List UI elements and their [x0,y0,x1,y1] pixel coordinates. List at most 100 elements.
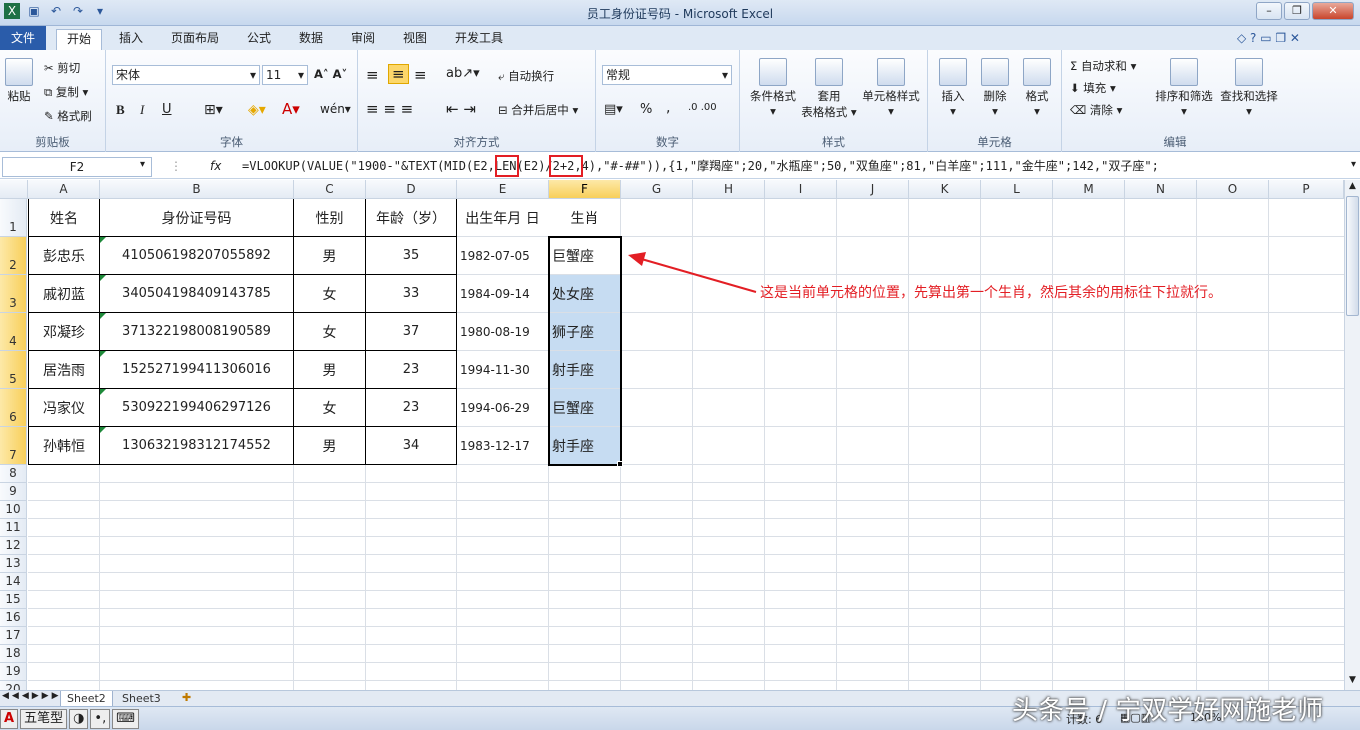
format-cells-button[interactable]: 格式 ▾ [1016,58,1058,118]
cell-a6[interactable]: 冯家仪 [29,389,99,426]
minimize-icon[interactable]: – [1256,2,1282,20]
tab-view[interactable]: 视图 [394,29,436,50]
insert-cells-button[interactable]: 插入 ▾ [932,58,974,118]
cell-c3[interactable]: 女 [294,275,365,312]
row-header-14[interactable]: 14 [0,573,27,591]
cell-e5[interactable]: 1994-11-30 [457,351,548,388]
col-header-f[interactable]: F [549,180,621,199]
tab-developer[interactable]: 开发工具 [446,29,512,50]
cell-c4[interactable]: 女 [294,313,365,350]
moon-icon[interactable]: ◑ [69,709,89,729]
keyboard-icon[interactable]: ⌨ [112,709,139,729]
autosum-button[interactable]: Σ 自动求和 ▾ [1070,58,1136,74]
phonetic-icon[interactable]: wén▾ [320,102,351,116]
col-header-b[interactable]: B [100,180,294,199]
col-header-g[interactable]: G [621,180,693,199]
col-header-n[interactable]: N [1125,180,1197,199]
cell-e3[interactable]: 1984-09-14 [457,275,548,312]
cell-styles-button[interactable]: 单元格样式 ▾ [858,58,924,118]
cell-a5[interactable]: 居浩雨 [29,351,99,388]
cell-b2[interactable]: 410506198207055892 [100,237,293,274]
ime-mode[interactable]: A [0,709,19,729]
cell-a3[interactable]: 戚初蓝 [29,275,99,312]
expand-formula-icon[interactable]: ▾ [1351,159,1356,170]
col-header-c[interactable]: C [294,180,366,199]
cell-b1[interactable]: 身份证号码 [100,199,293,236]
paste-button[interactable]: 粘贴 [2,58,36,104]
scroll-down-icon[interactable]: ▼ [1346,675,1359,689]
cell-a7[interactable]: 孙韩恒 [29,427,99,464]
col-header-l[interactable]: L [981,180,1053,199]
sheet-nav-icon[interactable]: ◀◀◀▶▶▶ [2,691,62,701]
cell-f6[interactable]: 巨蟹座 [549,389,620,426]
row-header-11[interactable]: 11 [0,519,27,537]
merge-center-button[interactable]: ⊟ 合并后居中 ▾ [498,102,578,118]
cell-c6[interactable]: 女 [294,389,365,426]
cell-f2[interactable]: 巨蟹座 [549,237,620,274]
orientation-icon[interactable]: ab↗▾ [446,66,480,81]
cut-button[interactable]: ✂ 剪切 [44,60,80,76]
cell-b6[interactable]: 530922199406297126 [100,389,293,426]
cell-e1[interactable]: 出生年月 日 [457,199,548,236]
row-header-20[interactable]: 20 [0,681,27,690]
restore-icon[interactable]: ❐ [1284,2,1310,20]
name-box[interactable]: F2 [2,157,152,177]
font-size-select[interactable]: 11 ▾ [262,65,308,85]
col-header-a[interactable]: A [28,180,100,199]
bold-button[interactable]: B [116,102,125,118]
row-header-1[interactable]: 1 [0,199,27,237]
cell-e7[interactable]: 1983-12-17 [457,427,548,464]
cell-f3[interactable]: 处女座 [549,275,620,312]
row-header-6[interactable]: 6 [0,389,27,427]
name-box-dropdown-icon[interactable]: ▾ [140,159,145,170]
italic-button[interactable]: I [140,102,144,118]
tab-page-layout[interactable]: 页面布局 [162,29,228,50]
cell-f4[interactable]: 狮子座 [549,313,620,350]
conditional-format-button[interactable]: 条件格式 ▾ [744,58,802,118]
scroll-up-icon[interactable]: ▲ [1346,181,1359,195]
cell-b5[interactable]: 152527199411306016 [100,351,293,388]
row-header-12[interactable]: 12 [0,537,27,555]
new-sheet-icon[interactable]: ✚ [182,691,191,704]
ime-toolbar[interactable]: A 五笔型 ◑ •, ⌨ [0,709,139,729]
cell-e4[interactable]: 1980-08-19 [457,313,548,350]
col-header-p[interactable]: P [1269,180,1344,199]
col-header-h[interactable]: H [693,180,765,199]
col-header-j[interactable]: J [837,180,909,199]
middle-align-icon[interactable]: ≡ [388,64,409,84]
cell-a4[interactable]: 邓凝珍 [29,313,99,350]
format-as-table-button[interactable]: 套用 表格格式 ▾ [800,58,858,120]
fill-button[interactable]: ⬇ 填充 ▾ [1070,80,1116,96]
copy-button[interactable]: ⧉ 复制 ▾ [44,84,88,100]
cell-f7[interactable]: 射手座 [549,427,620,464]
formula-input[interactable]: =VLOOKUP(VALUE("1900-"&TEXT(MID(E2,LEN(E… [236,157,1332,177]
row-header-16[interactable]: 16 [0,609,27,627]
cell-c2[interactable]: 男 [294,237,365,274]
close-icon[interactable]: ✕ [1312,2,1354,20]
cell-b4[interactable]: 371322198008190589 [100,313,293,350]
clear-button[interactable]: ⌫ 清除 ▾ [1070,102,1122,118]
help-icon[interactable]: ◇ ? ▭ ❐ ✕ [1237,31,1300,45]
cell-b7[interactable]: 130632198312174552 [100,427,293,464]
percent-button[interactable]: % [640,102,652,117]
sort-filter-button[interactable]: 排序和筛选 ▾ [1152,58,1216,118]
font-name-select[interactable]: 宋体 ▾ [112,65,260,85]
decimal-icon[interactable]: .0 .00 [688,102,717,113]
ime-name[interactable]: 五笔型 [20,709,68,729]
col-header-o[interactable]: O [1197,180,1269,199]
cell-d3[interactable]: 33 [366,275,456,312]
row-header-9[interactable]: 9 [0,483,27,501]
col-header-m[interactable]: M [1053,180,1125,199]
insert-function-icon[interactable]: fx [210,159,221,173]
cell-d6[interactable]: 23 [366,389,456,426]
cell-d2[interactable]: 35 [366,237,456,274]
align-left-icon[interactable]: ≡ ≡ ≡ [366,100,413,118]
cell-c5[interactable]: 男 [294,351,365,388]
cell-e2[interactable]: 1982-07-05 [457,237,548,274]
row-header-19[interactable]: 19 [0,663,27,681]
indent-icon[interactable]: ⇤ ⇥ [446,100,476,118]
cell-b3[interactable]: 340504198409143785 [100,275,293,312]
number-format-select[interactable]: 常规 ▾ [602,65,732,85]
cell-f1[interactable]: 生肖 [549,199,620,236]
tab-insert[interactable]: 插入 [110,29,152,50]
